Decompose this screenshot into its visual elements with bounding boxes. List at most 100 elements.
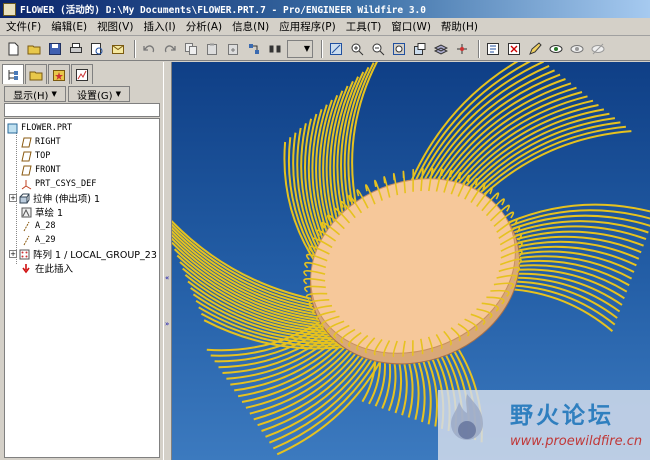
settings-menu-label: 设置(G) bbox=[77, 90, 113, 102]
menu-analysis[interactable]: 分析(A) bbox=[186, 19, 222, 34]
email-icon[interactable] bbox=[109, 40, 127, 58]
pattern-icon bbox=[19, 249, 30, 259]
csys-icon bbox=[21, 179, 32, 189]
menu-window[interactable]: 窗口(W) bbox=[391, 19, 431, 34]
chevron-down-icon: ▼ bbox=[51, 90, 57, 98]
datum-display-icon[interactable] bbox=[484, 40, 502, 58]
copy-icon[interactable] bbox=[182, 40, 200, 58]
toolbar-separator bbox=[478, 39, 480, 58]
toolbar-separator bbox=[321, 39, 323, 58]
app-icon bbox=[3, 2, 16, 16]
menu-tools[interactable]: 工具(T) bbox=[346, 19, 382, 34]
menu-edit[interactable]: 编辑(E) bbox=[51, 19, 87, 34]
regenerate-icon[interactable] bbox=[245, 40, 263, 58]
menu-help[interactable]: 帮助(H) bbox=[441, 19, 478, 34]
close-window-icon[interactable] bbox=[505, 40, 523, 58]
hide-icon[interactable] bbox=[547, 40, 565, 58]
tree-item-csys[interactable]: PRT_CSYS_DEF bbox=[21, 177, 96, 191]
model-tree-filter-field[interactable] bbox=[4, 103, 160, 117]
tree-item-label: A_29 bbox=[35, 235, 56, 245]
refit-icon[interactable] bbox=[390, 40, 408, 58]
tab-folder-browser[interactable] bbox=[25, 64, 47, 84]
tree-item-label: FLOWER.PRT bbox=[21, 123, 73, 133]
save-icon[interactable] bbox=[46, 40, 64, 58]
tree-item-pattern[interactable]: + 阵列 1 / LOCAL_GROUP_23 bbox=[9, 247, 157, 261]
menu-info[interactable]: 信息(N) bbox=[232, 19, 269, 34]
menu-view[interactable]: 视图(V) bbox=[97, 19, 133, 34]
find-icon[interactable] bbox=[266, 40, 284, 58]
part-icon bbox=[7, 123, 18, 133]
tree-item-extrude[interactable]: + 拉伸 (伸出项) 1 bbox=[9, 191, 100, 205]
tree-item-label: 在此插入 bbox=[35, 264, 74, 275]
tree-item-sketch[interactable]: 草绘 1 bbox=[21, 205, 63, 219]
tree-item-right[interactable]: RIGHT bbox=[21, 135, 61, 149]
hidden-line-icon[interactable] bbox=[589, 40, 607, 58]
zoom-out-icon[interactable] bbox=[369, 40, 387, 58]
graphics-window[interactable]: 野火论坛 www.proewildfire.cn bbox=[172, 62, 650, 460]
tree-item-top[interactable]: TOP bbox=[21, 149, 50, 163]
model-tree-menus: 显示(H) ▼ 设置(G) ▼ bbox=[4, 86, 160, 102]
watermark-url: www.proewildfire.cn bbox=[510, 434, 643, 449]
tree-item-label: TOP bbox=[35, 151, 51, 161]
watermark: 野火论坛 www.proewildfire.cn bbox=[438, 390, 650, 460]
window-title: FLOWER (活动的) D:\My Documents\FLOWER.PRT.… bbox=[20, 5, 426, 16]
model-tree: FLOWER.PRT RIGHT TOP FRONT PRT_CSYS_DEF … bbox=[4, 118, 160, 458]
toolbar-separator bbox=[134, 39, 136, 58]
expand-toggle[interactable]: + bbox=[9, 194, 17, 202]
tree-item-label: PRT_CSYS_DEF bbox=[35, 179, 97, 189]
main-toolbar: ▼ bbox=[0, 37, 650, 61]
extrude-icon bbox=[19, 193, 30, 203]
tree-item-label: 阵列 1 / LOCAL_GROUP_23 bbox=[33, 250, 157, 261]
tree-item-axis-a28[interactable]: A_28 bbox=[21, 219, 55, 233]
zoom-in-icon[interactable] bbox=[348, 40, 366, 58]
expand-right-icon[interactable]: » bbox=[165, 320, 169, 328]
new-file-icon[interactable] bbox=[4, 40, 22, 58]
view-manager-icon[interactable] bbox=[411, 40, 429, 58]
watermark-name: 野火论坛 bbox=[510, 403, 614, 429]
undo-icon[interactable] bbox=[140, 40, 158, 58]
panel-splitter[interactable]: « » bbox=[163, 62, 172, 460]
menu-applications[interactable]: 应用程序(P) bbox=[279, 19, 336, 34]
spin-center-icon[interactable] bbox=[453, 40, 471, 58]
collapse-left-icon[interactable]: « bbox=[165, 274, 169, 282]
tree-item-front[interactable]: FRONT bbox=[21, 163, 61, 177]
title-bar: FLOWER (活动的) D:\My Documents\FLOWER.PRT.… bbox=[0, 0, 650, 18]
menu-insert[interactable]: 插入(I) bbox=[143, 19, 175, 34]
tree-item-label: 草绘 1 bbox=[35, 208, 64, 219]
tree-item-label: 拉伸 (伸出项) 1 bbox=[33, 194, 100, 205]
layers-icon[interactable] bbox=[432, 40, 450, 58]
settings-menu-button[interactable]: 设置(G) ▼ bbox=[68, 86, 130, 102]
paste-special-icon[interactable] bbox=[224, 40, 242, 58]
expand-toggle[interactable]: + bbox=[9, 250, 17, 258]
sketch-icon[interactable] bbox=[526, 40, 544, 58]
datum-plane-icon bbox=[21, 165, 32, 175]
navigator-tabs bbox=[2, 64, 94, 84]
view-orient-icon[interactable] bbox=[327, 40, 345, 58]
print-preview-icon[interactable] bbox=[88, 40, 106, 58]
tree-item-part[interactable]: FLOWER.PRT bbox=[7, 121, 72, 135]
paste-icon[interactable] bbox=[203, 40, 221, 58]
datum-axis-icon bbox=[23, 221, 30, 231]
sketch-feature-icon bbox=[21, 207, 32, 217]
insert-here-icon bbox=[22, 263, 30, 273]
menu-file[interactable]: 文件(F) bbox=[6, 19, 41, 34]
tab-model-tree[interactable] bbox=[2, 64, 24, 84]
petal-curve bbox=[505, 230, 644, 247]
chevron-down-icon: ▼ bbox=[303, 44, 310, 53]
tab-favorites[interactable] bbox=[48, 64, 70, 84]
tab-connections[interactable] bbox=[71, 64, 93, 84]
navigator-panel: 显示(H) ▼ 设置(G) ▼ FLOWER.PRT RIGHT TOP FRONT… bbox=[0, 62, 163, 460]
redo-icon[interactable] bbox=[161, 40, 179, 58]
shade-icon[interactable] bbox=[568, 40, 586, 58]
tree-item-axis-a29[interactable]: A_29 bbox=[21, 233, 55, 247]
select-filter-dropdown[interactable]: ▼ bbox=[287, 39, 313, 58]
menu-bar: 文件(F) 编辑(E) 视图(V) 插入(I) 分析(A) 信息(N) 应用程序… bbox=[0, 18, 650, 36]
tree-item-label: A_28 bbox=[35, 221, 56, 231]
flame-logo-icon bbox=[451, 394, 483, 440]
tree-item-insert-here[interactable]: 在此插入 bbox=[21, 261, 73, 275]
open-file-icon[interactable] bbox=[25, 40, 43, 58]
datum-plane-icon bbox=[21, 137, 32, 147]
print-icon[interactable] bbox=[67, 40, 85, 58]
tree-item-label: FRONT bbox=[35, 165, 61, 175]
show-menu-button[interactable]: 显示(H) ▼ bbox=[4, 86, 66, 102]
